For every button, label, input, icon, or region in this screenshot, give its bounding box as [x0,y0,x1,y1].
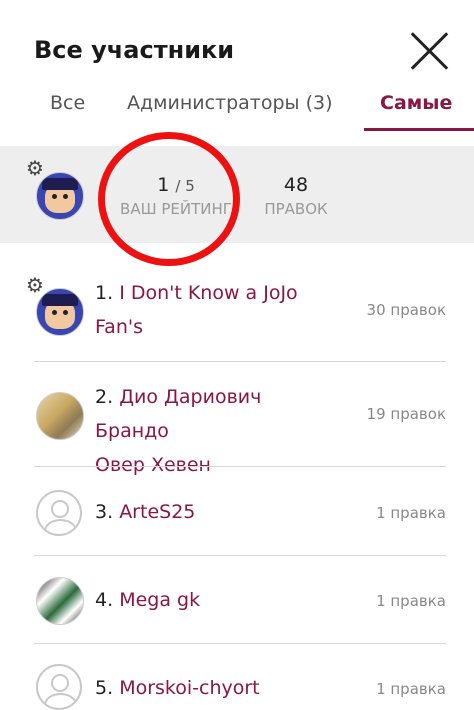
close-icon[interactable] [408,30,450,72]
tab-administrators[interactable]: Администраторы (3) [127,92,333,114]
list-item[interactable]: 4. Mega gk 1 правка [34,574,446,634]
edits-value: 48 [283,174,309,196]
divider [34,361,446,362]
divider [34,466,446,467]
rank-label: ВАШ РЕЙТИНГ [120,200,232,218]
edit-count: 1 правка [376,680,446,698]
edit-count: 1 правка [376,504,446,522]
member-name-link-continued[interactable]: Fan's [95,316,143,338]
edit-count: 1 правка [376,592,446,610]
member-name-link[interactable]: Mega gk [119,589,200,611]
edit-count: 30 правок [366,301,446,319]
member-name-link[interactable]: Дио Дариович Брандо [95,386,261,442]
list-item[interactable]: ⚙ 1. I Don't Know a JoJo Fan's 30 правок [26,275,446,360]
avatar[interactable] [36,392,84,440]
tab-most-active[interactable]: Самые [380,92,452,114]
rank-position: 4. [95,589,114,611]
gear-icon: ⚙ [26,156,44,180]
member-name-link[interactable]: Morskoi-chyort [119,677,259,699]
tab-all[interactable]: Все [50,92,85,114]
list-item[interactable]: 2. Дио Дариович Брандо Овер Хевен 19 пра… [34,380,446,476]
active-tab-indicator [364,128,474,131]
gear-icon: ⚙ [26,273,44,297]
rank-position: 1. [95,282,114,304]
rank-summary: 1 / 5 ВАШ РЕЙТИНГ [108,174,244,218]
avatar[interactable] [36,577,84,625]
edit-count: 19 правок [366,405,446,423]
list-item[interactable]: 3. ArteS25 1 правка [34,486,446,546]
member-name-link[interactable]: ArteS25 [119,501,195,523]
rank-position: 2. [95,386,114,408]
divider [34,643,446,644]
rank-position: 3. [95,501,114,523]
avatar-placeholder-icon[interactable] [36,490,82,536]
my-rating-panel: ⚙ 1 / 5 ВАШ РЕЙТИНГ 48 ПРАВОК [0,146,474,243]
member-name-link[interactable]: I Don't Know a JoJo [119,282,298,304]
member-name-link-continued[interactable]: Овер Хевен [95,454,211,476]
tab-bar: Все Администраторы (3) Самые [0,84,474,132]
rank-value: 1 [157,174,170,196]
divider [34,555,446,556]
rank-position: 5. [95,677,114,699]
edits-label: ПРАВОК [264,200,328,218]
rank-total: / 5 [175,177,195,195]
edits-summary: 48 ПРАВОК [258,174,334,218]
avatar-placeholder-icon[interactable] [36,664,82,710]
list-item[interactable]: 5. Morskoi-chyort 1 правка [34,662,446,710]
page-title: Все участники [34,36,235,64]
